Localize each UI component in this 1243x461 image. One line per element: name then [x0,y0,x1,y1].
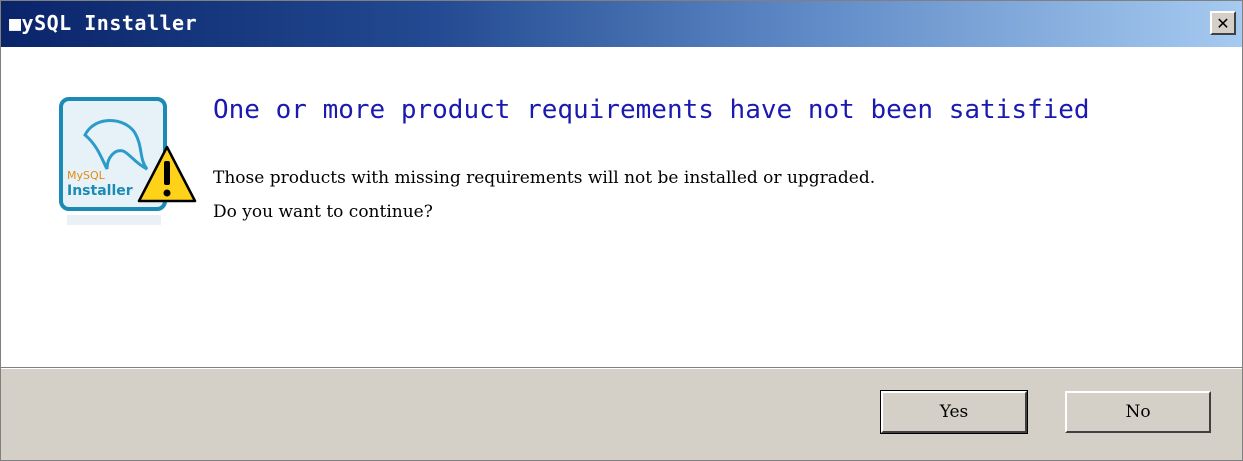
message-line-2: Do you want to continue? [213,202,433,222]
icon-installer-text: Installer [67,183,133,199]
installer-reflection [67,215,161,225]
title-bar[interactable]: ■ySQL Installer ✕ [1,1,1242,47]
dialog-window: ■ySQL Installer ✕ MySQL Installer One or… [0,0,1243,461]
close-icon: ✕ [1216,13,1230,33]
window-title: ■ySQL Installer [9,11,198,35]
dialog-message: Those products with missing requirements… [213,161,875,229]
warning-exclamation-dot [163,189,171,197]
warning-exclamation-bar [164,161,170,185]
mysql-installer-warning-icon: MySQL Installer [59,97,197,225]
dialog-heading: One or more product requirements have no… [213,95,1090,125]
dialog-footer: Yes No [1,369,1242,460]
icon-mysql-text: MySQL [67,169,106,182]
yes-button[interactable]: Yes [880,390,1028,434]
no-button[interactable]: No [1065,391,1211,433]
message-line-1: Those products with missing requirements… [213,168,876,188]
dialog-content: MySQL Installer One or more product requ… [1,47,1242,367]
close-button[interactable]: ✕ [1210,11,1236,35]
